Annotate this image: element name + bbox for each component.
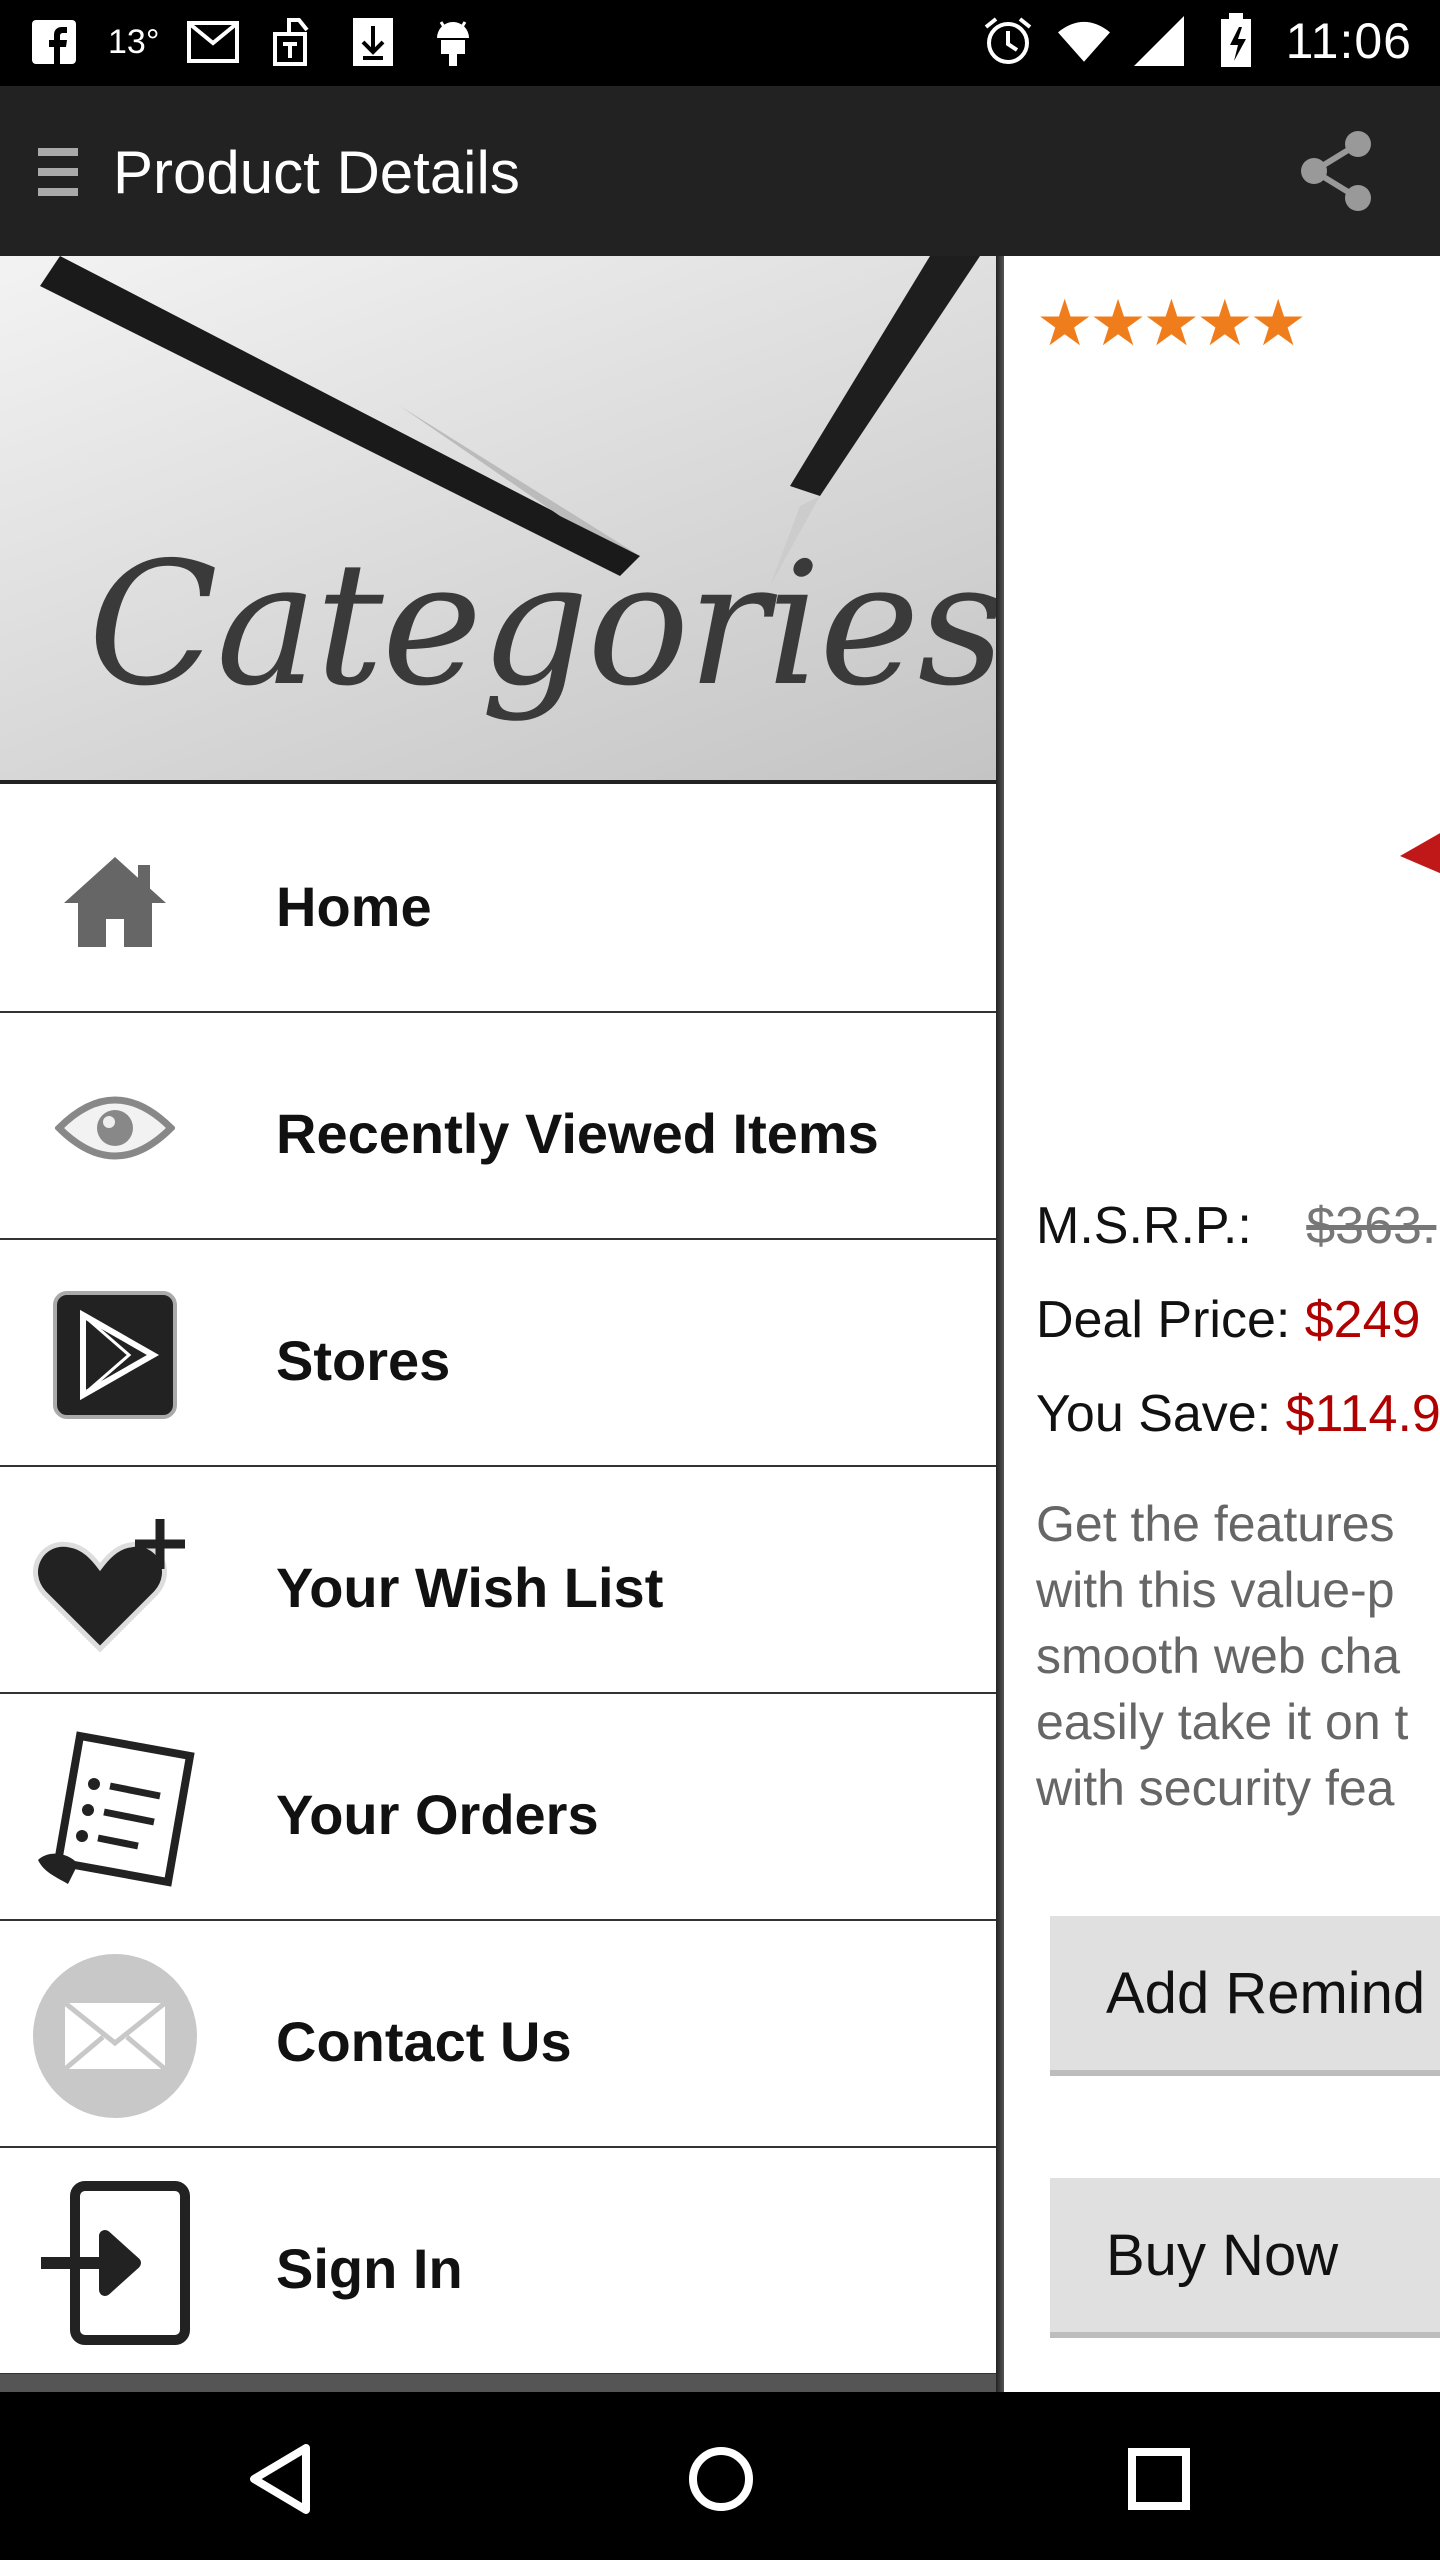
navigation-drawer: Categories Home Recently Viewed Items St… — [0, 256, 996, 2392]
receipt-icon — [30, 1731, 200, 1887]
drawer-footer-bar — [0, 2374, 996, 2392]
description-line: Get the features — [1036, 1496, 1395, 1552]
sign-in-icon — [30, 2181, 200, 2345]
gmail-icon — [187, 14, 240, 70]
drawer-item-label: Your Wish List — [276, 1556, 664, 1619]
banner-title: Categories — [88, 526, 996, 724]
clock-time: 11:06 — [1285, 13, 1412, 69]
drawer-item-stores[interactable]: Stores — [0, 1238, 996, 1467]
status-bar: 13° 11:06 — [0, 0, 1440, 86]
deal-price-label: Deal Price: — [1036, 1291, 1291, 1349]
deal-price-value: $249 — [1304, 1291, 1421, 1349]
drawer-item-contact-us[interactable]: Contact Us — [0, 1919, 996, 2148]
download-icon — [347, 14, 399, 70]
drawer-item-label: Recently Viewed Items — [276, 1102, 879, 1165]
android-icon — [427, 14, 479, 70]
facebook-icon — [28, 14, 80, 70]
home-circle-icon[interactable] — [676, 2434, 766, 2524]
wifi-icon — [1057, 13, 1110, 69]
drawer-item-sign-in[interactable]: Sign In — [0, 2146, 996, 2375]
drawer-item-label: Your Orders — [276, 1783, 599, 1846]
you-save-value: $114.9 — [1285, 1385, 1440, 1443]
you-save-row: You Save: $114.9 — [1036, 1384, 1440, 1444]
download-tool-icon — [267, 14, 319, 70]
recents-icon[interactable] — [1114, 2434, 1204, 2524]
product-description: Get the features with this value-p smoot… — [1036, 1491, 1440, 1821]
product-panel: ★★★★★ M.S.R.P.: $363. Deal Price: $249 Y… — [1000, 256, 1440, 2392]
drawer-edge-shadow — [996, 256, 1004, 2392]
drawer-item-wish-list[interactable]: Your Wish List — [0, 1465, 996, 1694]
heart-plus-icon — [30, 1517, 200, 1653]
categories-banner: Categories — [0, 256, 996, 784]
drawer-item-label: Sign In — [276, 2237, 463, 2300]
page-title: Product Details — [113, 139, 520, 206]
signal-icon — [1133, 13, 1186, 69]
battery-icon — [1210, 13, 1262, 69]
hamburger-icon[interactable] — [38, 148, 78, 196]
description-line: easily take it on t — [1036, 1694, 1409, 1750]
drawer-item-home[interactable]: Home — [0, 784, 996, 1013]
msrp-value: $363. — [1306, 1197, 1437, 1255]
rating-stars: ★★★★★ — [1036, 287, 1307, 359]
envelope-icon — [30, 1954, 200, 2118]
drawer-item-label: Home — [276, 875, 432, 938]
drawer-item-your-orders[interactable]: Your Orders — [0, 1692, 996, 1921]
system-nav-bar — [0, 2392, 1440, 2560]
share-icon[interactable] — [1292, 126, 1382, 216]
description-line: smooth web cha — [1036, 1628, 1401, 1684]
description-line: with this value-p — [1036, 1562, 1395, 1618]
add-reminder-button[interactable]: Add Remind — [1050, 1916, 1440, 2076]
alarm-icon — [982, 13, 1034, 69]
eye-icon — [30, 1063, 200, 1193]
back-icon[interactable] — [236, 2434, 326, 2524]
buy-now-button[interactable]: Buy Now — [1050, 2178, 1440, 2338]
temperature-text: 13° — [108, 22, 160, 61]
drawer-item-label: Stores — [276, 1329, 451, 1392]
you-save-label: You Save: — [1036, 1385, 1272, 1443]
app-toolbar: Product Details — [0, 86, 1440, 256]
product-image — [1390, 796, 1440, 886]
deal-price-row: Deal Price: $249 — [1036, 1290, 1420, 1350]
msrp-label: M.S.R.P.: — [1036, 1197, 1252, 1255]
drawer-item-label: Contact Us — [276, 2010, 572, 2073]
description-line: with security fea — [1036, 1760, 1395, 1816]
home-icon — [30, 836, 200, 966]
play-store-icon — [30, 1290, 200, 1420]
msrp-row: M.S.R.P.: $363. — [1036, 1196, 1436, 1256]
drawer-item-recently-viewed[interactable]: Recently Viewed Items — [0, 1011, 996, 1240]
